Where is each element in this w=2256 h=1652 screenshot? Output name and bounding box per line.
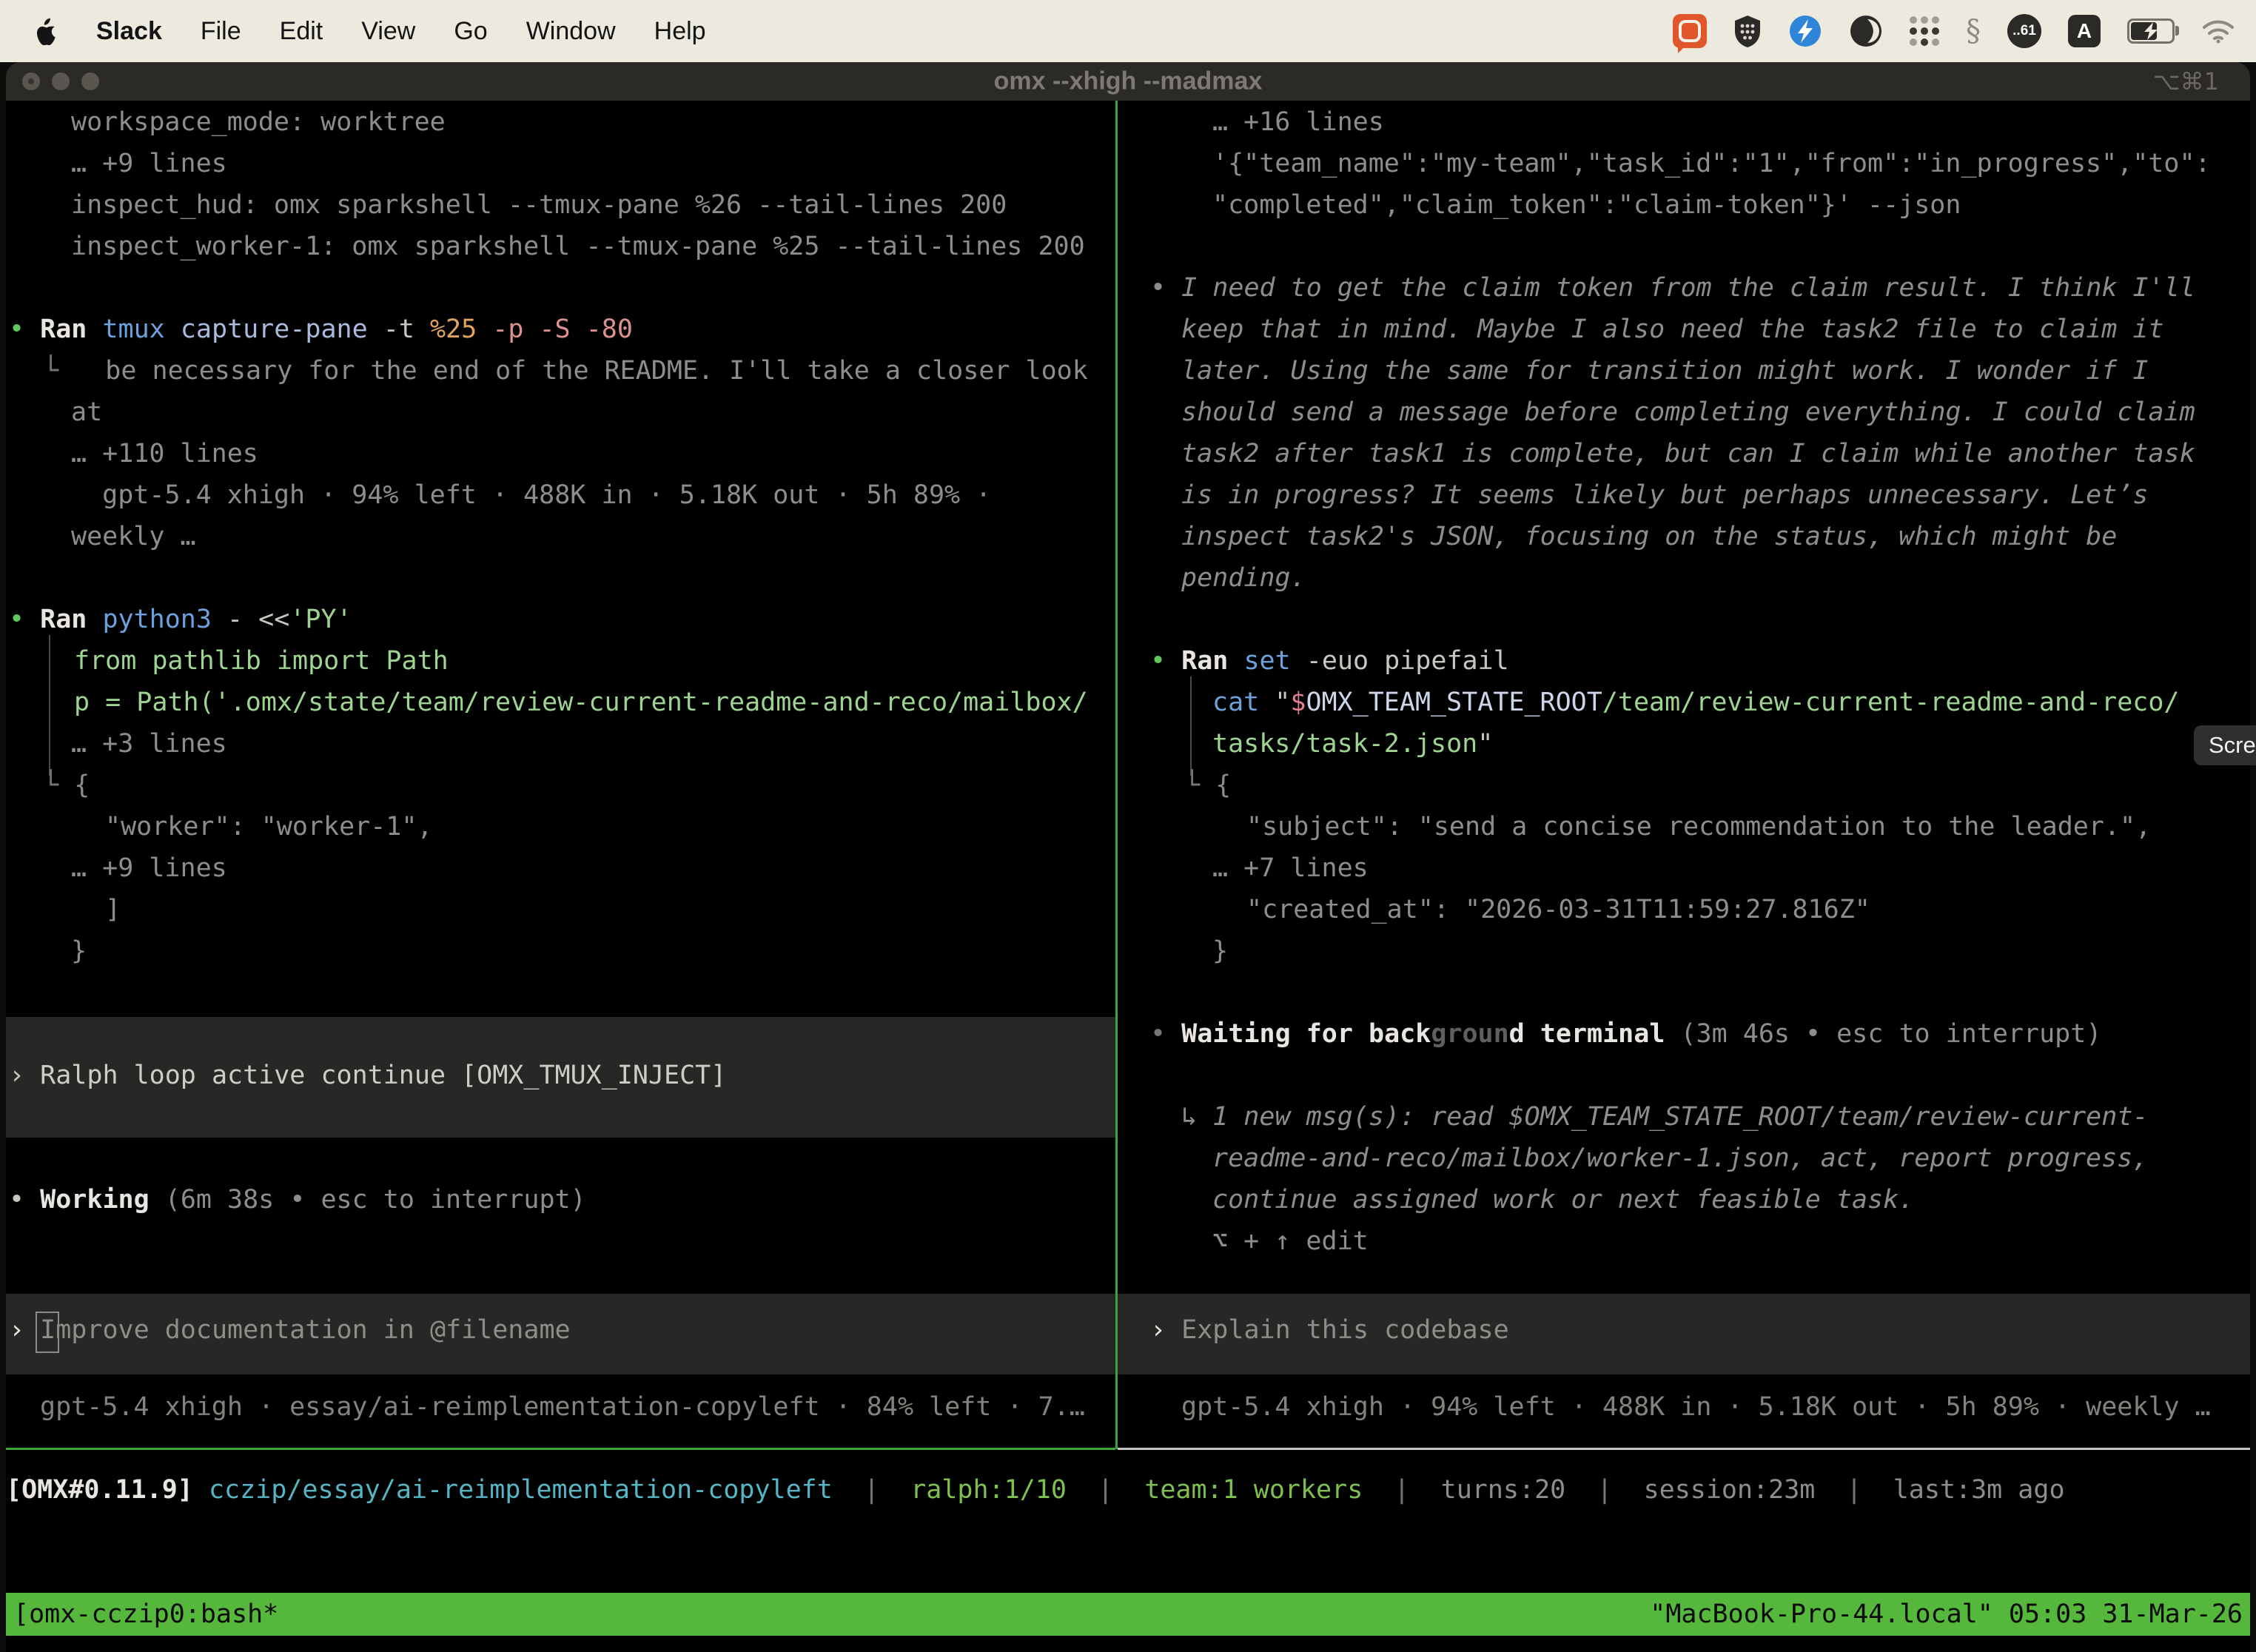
terminal-line: … +9 lines (71, 852, 227, 884)
window-shortcut-badge: ⌥⌘1 (2153, 67, 2219, 95)
terminal-line: p = Path('.omx/state/team/review-current… (74, 686, 1088, 719)
tmux-host-clock-label: "MacBook-Pro-44.local" 05:03 31-Mar-26 (1650, 1599, 2250, 1629)
terminal-line: … +7 lines (1212, 852, 1369, 884)
ran-set-line: • Ran set -euo pipefail (1150, 645, 1509, 677)
tmux-status-bar: [omx-cczip0:bash* "MacBook-Pro-44.local"… (6, 1593, 2250, 1636)
thinking-line: later. Using the same for transition mig… (1181, 355, 2148, 387)
squiggle-icon[interactable]: § (1966, 14, 1981, 48)
terminal-line: at (71, 396, 102, 429)
right-prompt-line: › Explain this codebase (1150, 1314, 1509, 1346)
dots-grid-icon[interactable] (1910, 16, 1939, 46)
tmux-session-label[interactable]: [omx-cczip0:bash* (6, 1599, 278, 1629)
ran-python-line: • Ran python3 - <<'PY' (9, 603, 352, 636)
terminal-line: inspect_worker-1: omx sparkshell --tmux-… (71, 230, 1085, 263)
terminal-line: from pathlib import Path (74, 645, 449, 677)
thinking-line: is in progress? It seems likely but perh… (1181, 479, 2148, 511)
screen-tooltip[interactable]: Scre (2194, 725, 2256, 765)
menu-bar-left: Slack File Edit View Go Window Help (0, 17, 706, 46)
terminal-line: cat "$OMX_TEAM_STATE_ROOT/team/review-cu… (1212, 686, 2179, 719)
terminal-line: ] (105, 893, 121, 926)
menu-item-edit[interactable]: Edit (280, 17, 323, 46)
thinking-line: • I need to get the claim token from the… (1150, 272, 2195, 304)
terminal-line: '{"team_name":"my-team","task_id":"1","f… (1212, 147, 2211, 180)
left-model-status-line: gpt-5.4 xhigh · essay/ai-reimplementatio… (40, 1391, 1085, 1423)
wifi-icon[interactable] (2201, 19, 2235, 44)
text-cursor (36, 1312, 59, 1353)
menu-item-window[interactable]: Window (526, 17, 616, 46)
terminal-line: "completed","claim_token":"claim-token"}… (1212, 189, 1961, 221)
menu-item-view[interactable]: View (361, 17, 415, 46)
terminal-line: └ { (43, 769, 90, 802)
a-badge-icon[interactable]: A (2068, 15, 2101, 47)
apple-menu-icon[interactable] (34, 17, 58, 45)
screen-tooltip-label: Scre (2209, 732, 2256, 759)
mailbox-msg-line: ↳ 1 new msg(s): read $OMX_TEAM_STATE_ROO… (1181, 1101, 2148, 1133)
right-model-status-line: gpt-5.4 xhigh · 94% left · 488K in · 5.1… (1181, 1391, 2211, 1423)
thinking-line: inspect task2's JSON, focusing on the st… (1181, 520, 2117, 553)
close-button[interactable] (22, 73, 40, 90)
window-titlebar[interactable]: omx --xhigh --madmax ⌥⌘1 (6, 62, 2250, 101)
terminal-line: └ be necessary for the end of the README… (43, 355, 1088, 387)
left-prompt-line: › Improve documentation in @filename (9, 1314, 571, 1346)
waiting-status-line: • Waiting for background terminal (3m 46… (1150, 1018, 2101, 1050)
battery-icon[interactable] (2127, 19, 2175, 44)
terminal-line: workspace_mode: worktree (71, 106, 446, 138)
zoom-button[interactable] (81, 73, 99, 90)
mailbox-msg-line: continue assigned work or next feasible … (1212, 1183, 1914, 1216)
terminal-line: } (1212, 935, 1228, 967)
terminal-line: … +16 lines (1212, 106, 1384, 138)
apple-logo (34, 17, 58, 45)
tool-call-connector (49, 635, 50, 776)
contrast-icon[interactable] (1849, 14, 1883, 48)
menu-item-slack[interactable]: Slack (96, 17, 162, 46)
working-status-line: • Working (6m 38s • esc to interrupt) (9, 1183, 586, 1216)
terminal-line: "worker": "worker-1", (105, 810, 433, 843)
terminal-line: weekly … (71, 520, 196, 553)
menu-bar-status-icons: § ..61 A (1673, 14, 2256, 48)
menu-item-file[interactable]: File (201, 17, 241, 46)
terminal-line: gpt-5.4 xhigh · 94% left · 488K in · 5.1… (71, 479, 991, 511)
menu-item-go[interactable]: Go (454, 17, 487, 46)
tool-call-connector (1190, 676, 1192, 776)
terminal-line: tasks/task-2.json" (1212, 728, 1493, 760)
terminal-line: inspect_hud: omx sparkshell --tmux-pane … (71, 189, 1007, 221)
chat-app-icon[interactable] (1673, 14, 1707, 48)
thinking-line: should send a message before completing … (1181, 396, 2195, 429)
ran-tmux-line: • Ran tmux capture-pane -t %25 -p -S -80 (9, 313, 633, 346)
right-pane-bottom-border (1118, 1448, 2250, 1450)
thinking-line: task2 after task1 is complete, but can I… (1181, 437, 2195, 470)
terminal-line: "subject": "send a concise recommendatio… (1246, 810, 2151, 843)
terminal-line: └ { (1184, 769, 1231, 802)
bolt-badge-icon[interactable] (1788, 14, 1822, 48)
thinking-line: pending. (1181, 562, 1306, 594)
terminal-line: … +3 lines (71, 728, 227, 760)
menu-item-help[interactable]: Help (654, 17, 706, 46)
pane-divider[interactable] (1115, 101, 1118, 1449)
window-title: omx --xhigh --madmax (994, 67, 1263, 96)
terminal-line: … +9 lines (71, 147, 227, 180)
omx-status-line: [OMX#0.11.9] cczip/essay/ai-reimplementa… (6, 1474, 2065, 1506)
ralph-loop-line: › Ralph loop active continue [OMX_TMUX_I… (9, 1059, 726, 1092)
left-pane-bottom-border (6, 1448, 1115, 1450)
terminal-line: … +110 lines (71, 437, 258, 470)
edit-hint-line: ⌥ + ↑ edit (1212, 1225, 1369, 1258)
thinking-line: keep that in mind. Maybe I also need the… (1181, 313, 2164, 346)
terminal-line: "created_at": "2026-03-31T11:59:27.816Z" (1246, 893, 1870, 926)
badge-61-icon[interactable]: ..61 (2007, 14, 2041, 48)
terminal-line: } (71, 935, 87, 967)
menu-bar: Slack File Edit View Go Window Help (0, 0, 2256, 62)
mailbox-msg-line: readme-and-reco/mailbox/worker-1.json, a… (1212, 1142, 2148, 1175)
shield-icon[interactable] (1733, 14, 1762, 48)
minimize-button[interactable] (52, 73, 70, 90)
